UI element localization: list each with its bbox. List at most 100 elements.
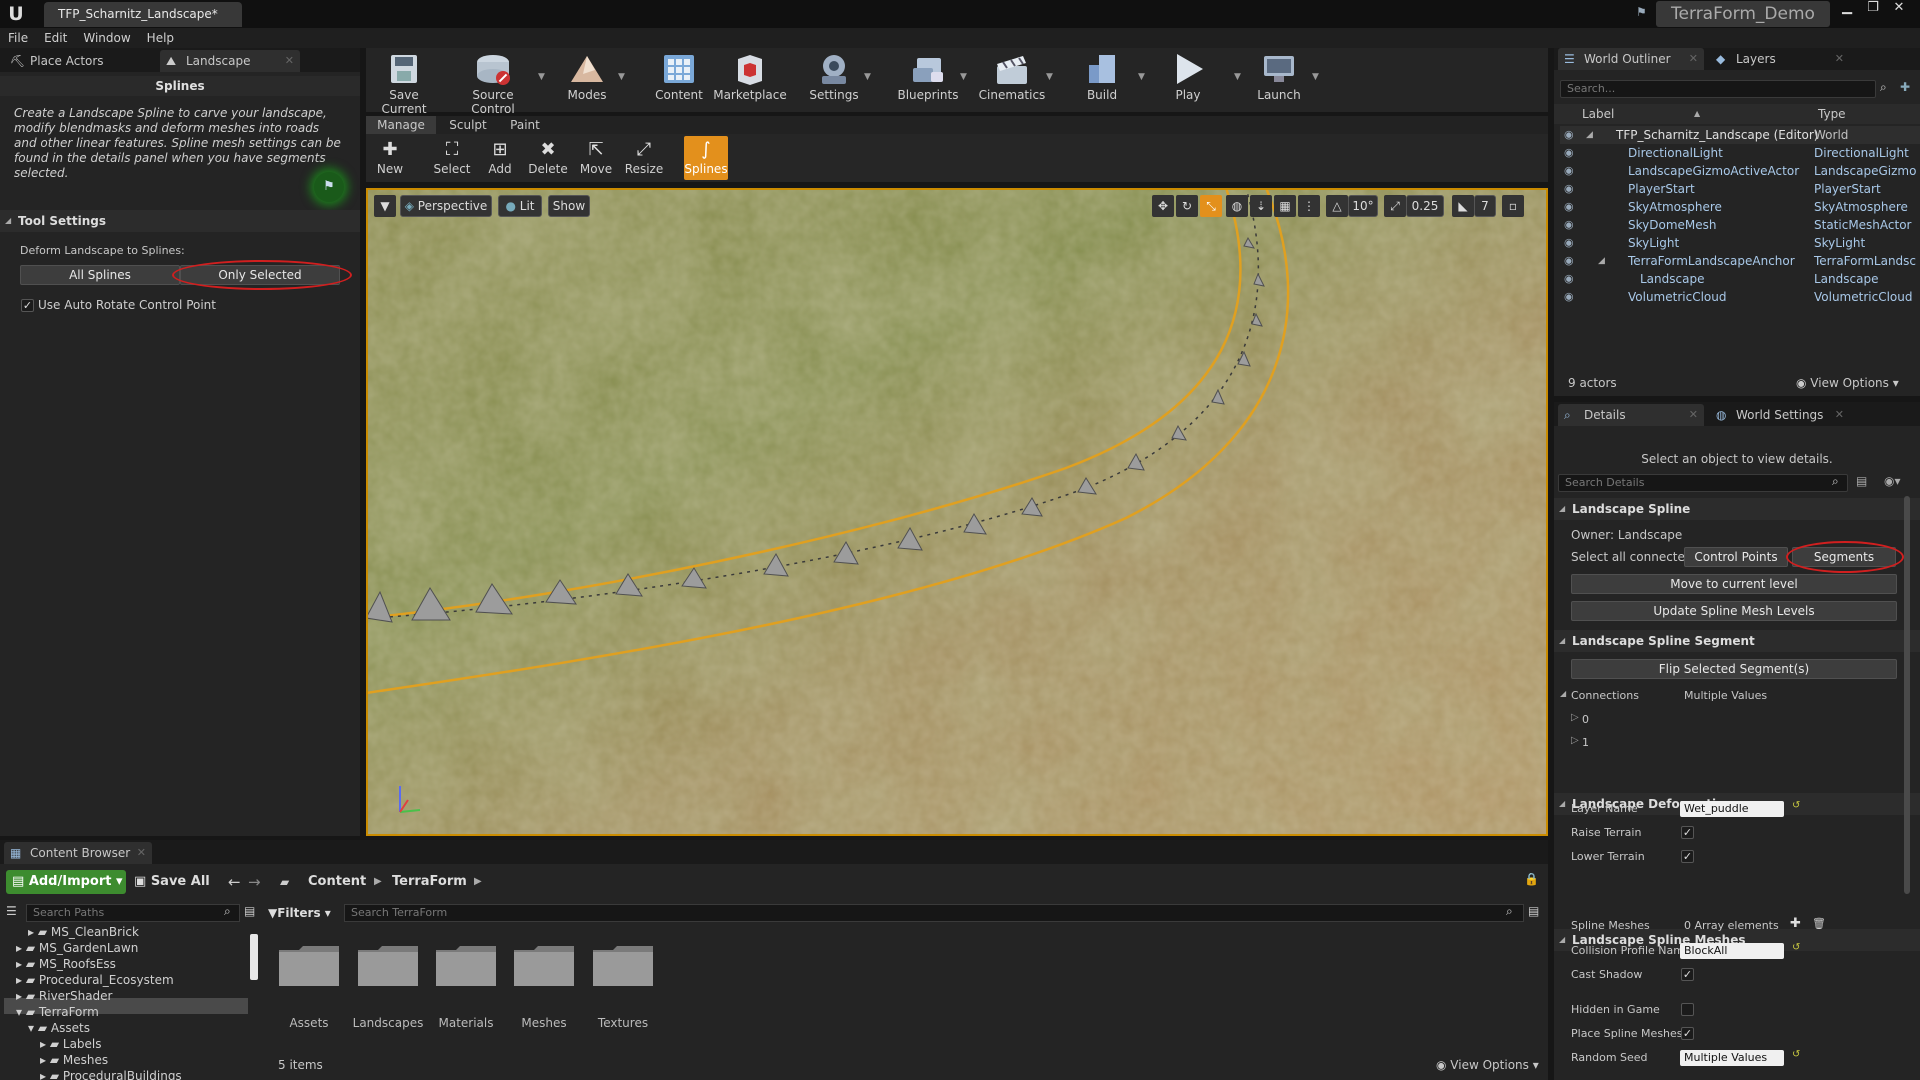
tab-layers[interactable]: ◆ Layers ✕: [1710, 48, 1850, 70]
maximize-viewport-icon[interactable]: ▫: [1502, 195, 1524, 217]
place-spline-meshes-checkbox[interactable]: ✓: [1681, 1027, 1694, 1040]
breadcrumb-terraform[interactable]: TerraForm: [392, 870, 467, 894]
filters-button[interactable]: ▼Filters ▾: [268, 902, 331, 924]
rotate-icon[interactable]: ↻: [1176, 195, 1198, 217]
expand-arrow-icon[interactable]: ◢: [1598, 252, 1605, 270]
tree-folder[interactable]: ▸ ▰ MS_GardenLawn: [16, 940, 138, 956]
breadcrumb-chevron-icon[interactable]: ▶: [474, 870, 482, 894]
outliner-row[interactable]: ◉ LandscapeGizmoActiveActor LandscapeGizmo: [1560, 162, 1920, 180]
surface-snap-icon[interactable]: ⇣: [1250, 195, 1272, 217]
tree-folder[interactable]: ▸ ▰ Procedural_Ecosystem: [16, 972, 174, 988]
folder-materials[interactable]: [434, 944, 498, 988]
hidden-in-game-checkbox[interactable]: [1681, 1003, 1694, 1016]
menu-edit[interactable]: Edit: [36, 28, 75, 48]
visibility-eye-icon[interactable]: ◉: [1564, 270, 1574, 288]
menu-file[interactable]: File: [0, 28, 36, 48]
expand-arrow-icon[interactable]: ▷: [1571, 712, 1579, 723]
eye-options-icon[interactable]: ◉▾: [1884, 474, 1901, 488]
tool-settings-header[interactable]: Tool Settings: [0, 210, 360, 232]
tree-folder[interactable]: ▸ ▰ Labels: [40, 1036, 102, 1052]
visibility-eye-icon[interactable]: ◉: [1564, 198, 1574, 216]
expand-arrow-icon[interactable]: ◢: [1560, 689, 1566, 698]
cinematics-dropdown-icon[interactable]: ▼: [1046, 72, 1053, 82]
details-scrollbar[interactable]: [1904, 496, 1910, 894]
tab-place-actors[interactable]: ⛏ Place Actors: [4, 50, 156, 72]
camera-speed-value[interactable]: 7: [1474, 195, 1496, 217]
camera-speed-icon[interactable]: ◣: [1452, 195, 1474, 217]
label-column-header[interactable]: Label: [1582, 104, 1614, 124]
cast-shadow-checkbox[interactable]: ✓: [1681, 968, 1694, 981]
visibility-eye-icon[interactable]: ◉: [1564, 144, 1574, 162]
tree-folder[interactable]: ▾ ▰ Assets: [28, 1020, 90, 1036]
modes-dropdown-icon[interactable]: ▼: [618, 72, 625, 82]
marketplace-button[interactable]: Marketplace: [712, 50, 788, 110]
close-outliner-icon[interactable]: ✕: [1689, 48, 1698, 70]
blueprints-dropdown-icon[interactable]: ▼: [960, 72, 967, 82]
asset-view-options-icon[interactable]: ▤: [1528, 904, 1539, 918]
back-arrow-icon[interactable]: ←: [228, 870, 241, 894]
content-view-options[interactable]: ◉ View Options ▾: [1436, 1058, 1539, 1072]
grid-size-icon[interactable]: ⋮: [1298, 195, 1320, 217]
visibility-eye-icon[interactable]: ◉: [1564, 234, 1574, 252]
add-import-button[interactable]: ▤ Add/Import ▾: [6, 870, 126, 894]
modes-button[interactable]: Modes: [552, 50, 622, 110]
source-control-button[interactable]: Source Control: [450, 50, 536, 116]
splines-tool-button[interactable]: ∫ Splines: [684, 136, 728, 180]
landscape-spline-header[interactable]: Landscape Spline: [1554, 498, 1920, 520]
outliner-row[interactable]: ◉ SkyLight SkyLight: [1560, 234, 1920, 252]
resize-tool-button[interactable]: ⤢ Resize: [622, 136, 666, 180]
outliner-row[interactable]: ◉ PlayerStart PlayerStart: [1560, 180, 1920, 198]
outliner-row[interactable]: ◉ VolumetricCloud VolumetricCloud: [1560, 288, 1920, 306]
reset-to-default-icon[interactable]: ↺: [1792, 800, 1800, 811]
scale-snap-icon[interactable]: ⤢: [1384, 195, 1406, 217]
type-column-header[interactable]: Type: [1818, 104, 1846, 124]
outliner-row[interactable]: ◉ SkyAtmosphere SkyAtmosphere: [1560, 198, 1920, 216]
sources-toggle-icon[interactable]: ☰: [6, 904, 17, 918]
blueprints-button[interactable]: Blueprints: [890, 50, 966, 110]
outliner-row[interactable]: ◉ ◢ TerraFormLandscapeAnchor TerraFormLands…: [1560, 252, 1920, 270]
visibility-eye-icon[interactable]: ◉: [1564, 252, 1574, 270]
close-layers-icon[interactable]: ✕: [1835, 48, 1844, 70]
close-world-settings-icon[interactable]: ✕: [1835, 404, 1844, 426]
select-tool-button[interactable]: ⛶ Select: [430, 136, 474, 180]
move-to-current-level-button[interactable]: Move to current level: [1571, 574, 1897, 594]
build-dropdown-icon[interactable]: ▼: [1138, 72, 1145, 82]
lock-icon[interactable]: 🔒: [1524, 872, 1539, 886]
outliner-row[interactable]: ◉ Landscape Landscape: [1560, 270, 1920, 288]
cinematics-button[interactable]: Cinematics: [974, 50, 1050, 110]
new-tool-button[interactable]: ✚ New: [368, 136, 412, 180]
folder-landscapes[interactable]: [356, 944, 420, 988]
search-paths-input[interactable]: Search Paths: [26, 904, 240, 922]
tab-sculpt[interactable]: Sculpt: [440, 116, 496, 134]
lower-terrain-checkbox[interactable]: ✓: [1681, 850, 1694, 863]
close-content-browser-icon[interactable]: ✕: [137, 842, 146, 864]
tree-folder[interactable]: ▸ ▰ MS_CleanBrick: [28, 924, 139, 940]
close-details-icon[interactable]: ✕: [1689, 404, 1698, 426]
outliner-search-input[interactable]: Search...: [1560, 80, 1876, 98]
property-matrix-icon[interactable]: ▤: [1856, 474, 1867, 488]
visibility-eye-icon[interactable]: ◉: [1564, 162, 1574, 180]
tab-content-browser[interactable]: ▦ Content Browser ✕: [4, 842, 152, 864]
settings-button[interactable]: Settings: [798, 50, 870, 110]
breadcrumb-chevron-icon[interactable]: ▶: [374, 870, 382, 894]
sources-scrollbar[interactable]: [250, 934, 258, 980]
tab-details[interactable]: ⌕ Details ✕: [1558, 404, 1704, 426]
tab-world-settings[interactable]: ◍ World Settings ✕: [1710, 404, 1850, 426]
save-all-button[interactable]: ▣ Save All: [134, 870, 210, 894]
expand-arrow-icon[interactable]: ▷: [1571, 735, 1579, 746]
grid-snap-icon[interactable]: ▦: [1274, 195, 1296, 217]
show-button[interactable]: Show: [548, 195, 590, 217]
source-control-dropdown-icon[interactable]: ▼: [538, 72, 545, 82]
forward-arrow-icon[interactable]: →: [248, 870, 261, 894]
launch-button[interactable]: Launch: [1246, 50, 1312, 110]
add-folder-icon[interactable]: ✚: [1900, 80, 1910, 94]
rotation-snap-icon[interactable]: △: [1326, 195, 1348, 217]
perspective-button[interactable]: ◈ Perspective: [400, 195, 492, 217]
tree-folder[interactable]: ▸ ▰ Meshes: [40, 1052, 108, 1068]
outliner-row[interactable]: ◉ SkyDomeMesh StaticMeshActor: [1560, 216, 1920, 234]
visibility-eye-icon[interactable]: ◉: [1564, 216, 1574, 234]
auto-rotate-checkbox[interactable]: ✓: [21, 299, 34, 312]
menu-help[interactable]: Help: [139, 28, 182, 48]
collision-profile-field[interactable]: BlockAll: [1680, 943, 1784, 959]
update-spline-mesh-levels-button[interactable]: Update Spline Mesh Levels: [1571, 601, 1897, 621]
